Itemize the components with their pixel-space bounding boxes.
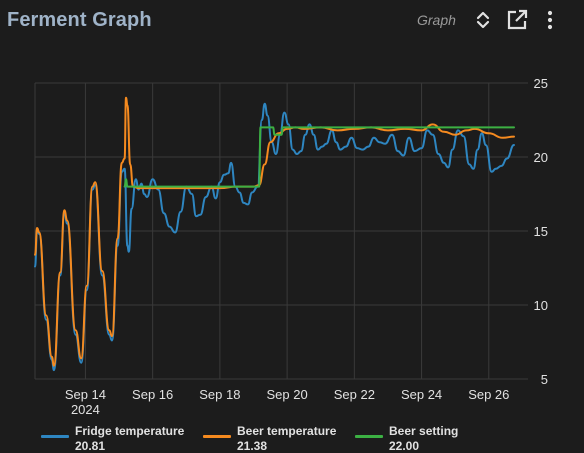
legend-swatch bbox=[41, 435, 69, 438]
x-tick-label: Sep 16 bbox=[132, 387, 173, 402]
legend-value: 22.00 bbox=[389, 439, 420, 453]
chart-legend: Fridge temperature 20.81 Beer temperatur… bbox=[0, 422, 584, 453]
y-tick-label: 20 bbox=[534, 150, 548, 165]
legend-label: Beer setting bbox=[389, 424, 459, 438]
legend-item-fridge-temperature[interactable]: Fridge temperature 20.81 bbox=[41, 422, 211, 453]
legend-item-beer-setting[interactable]: Beer setting 22.00 bbox=[355, 422, 495, 453]
y-tick-label: 25 bbox=[534, 76, 548, 91]
x-tick-label: Sep 20 bbox=[267, 387, 308, 402]
y-tick-label: 5 bbox=[541, 372, 548, 387]
series-line-beer-temperature[interactable] bbox=[34, 96, 515, 367]
legend-item-beer-temperature[interactable]: Beer temperature 21.38 bbox=[203, 422, 363, 453]
y-tick-label: 15 bbox=[534, 224, 548, 239]
legend-value: 20.81 bbox=[75, 439, 106, 453]
legend-value: 21.38 bbox=[237, 439, 268, 453]
x-tick-label: Sep 24 bbox=[401, 387, 442, 402]
x-tick-sublabel: 2024 bbox=[71, 402, 100, 417]
x-tick-label: Sep 14 bbox=[65, 387, 106, 402]
legend-label: Beer temperature bbox=[237, 424, 337, 438]
x-tick-label: Sep 22 bbox=[334, 387, 375, 402]
series-line-fridge-temperature[interactable] bbox=[34, 102, 515, 372]
ferment-chart[interactable]: 5 10 15 20 25 Sep 142024 Sep 16 Sep 18 Sep 20 Sep… bbox=[0, 0, 584, 422]
legend-swatch bbox=[355, 435, 383, 438]
x-tick-label: Sep 18 bbox=[199, 387, 240, 402]
chart-series[interactable] bbox=[34, 96, 515, 372]
y-tick-label: 10 bbox=[534, 298, 548, 313]
ferment-graph-card: Ferment Graph Graph 5 10 15 20 25 Sep 14 2 bbox=[0, 0, 584, 453]
legend-label: Fridge temperature bbox=[75, 424, 185, 438]
x-tick-label: Sep 26 bbox=[468, 387, 509, 402]
legend-swatch bbox=[203, 435, 231, 438]
